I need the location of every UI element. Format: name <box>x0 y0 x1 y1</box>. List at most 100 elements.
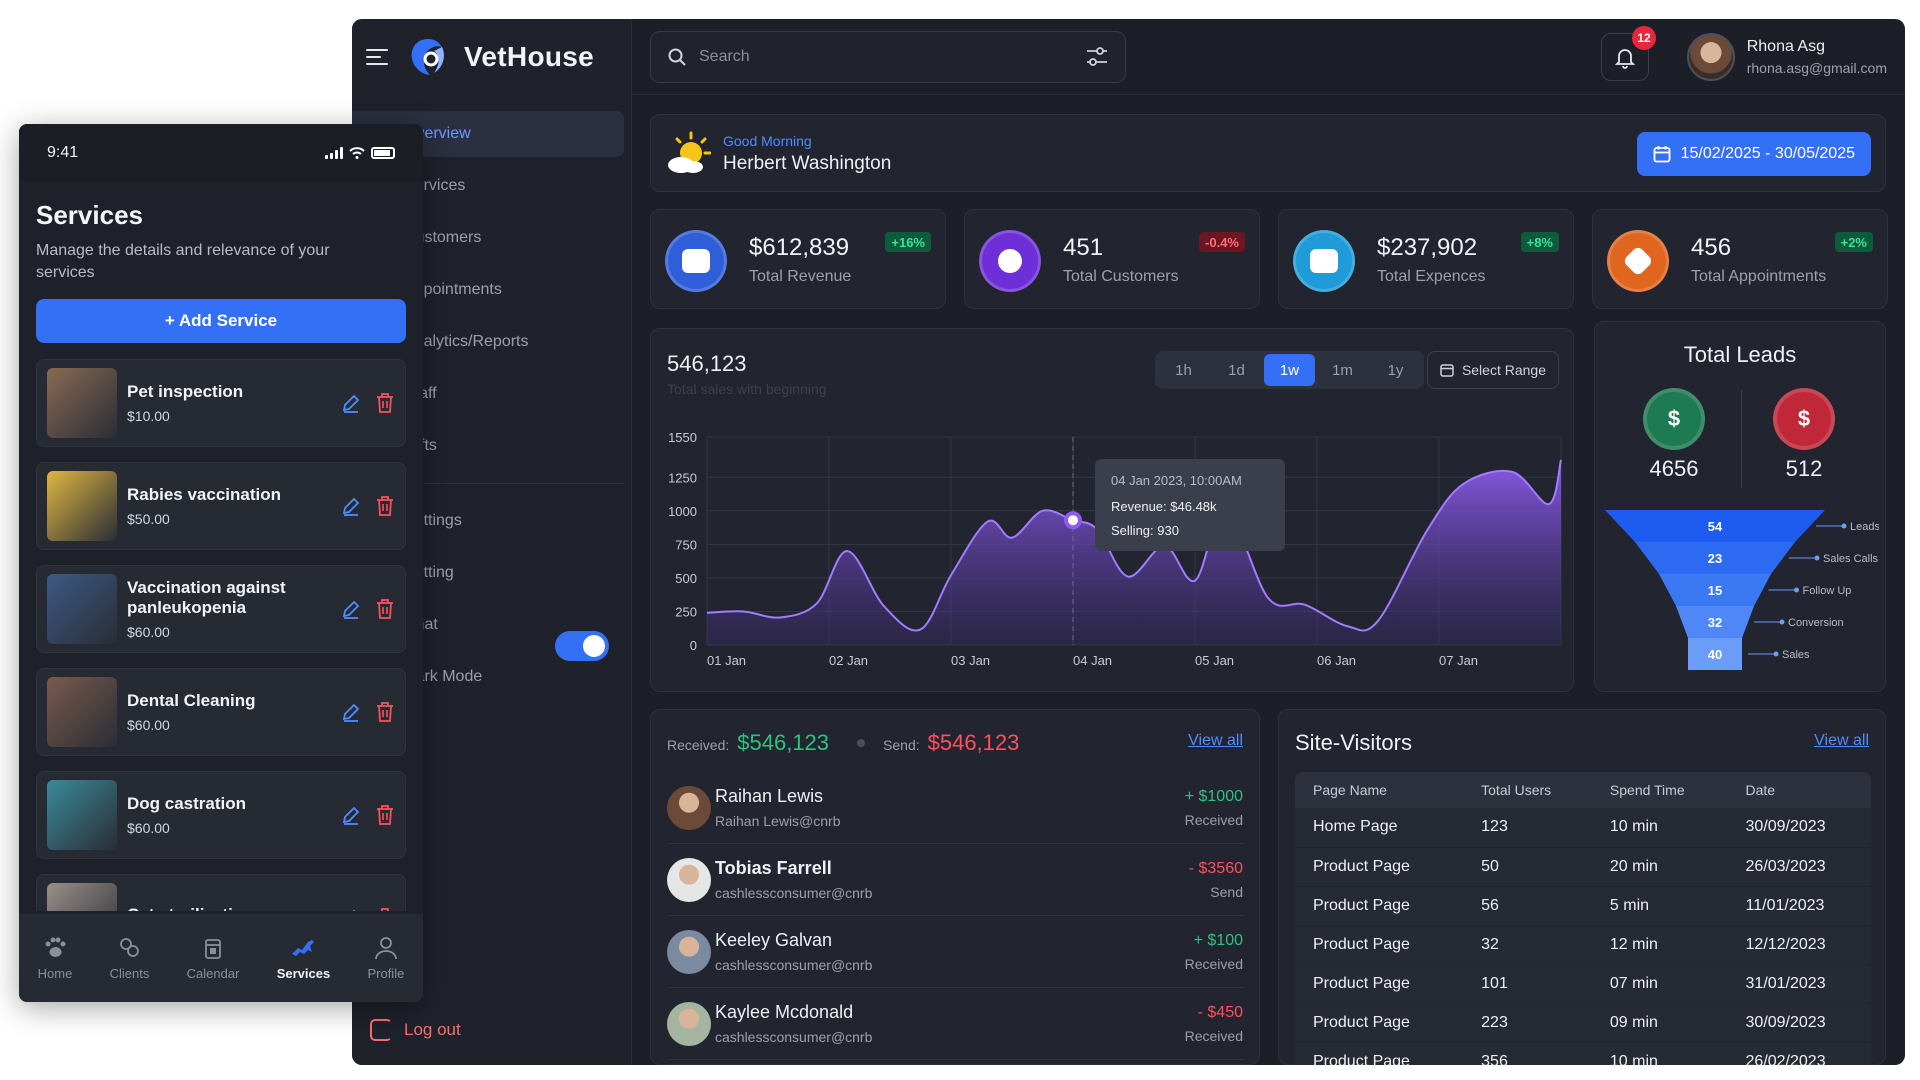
range-tab-1h[interactable]: 1h <box>1158 354 1209 386</box>
site-visitors-card: Site-Visitors View all Page Name Total Us… <box>1278 709 1886 1065</box>
edit-icon[interactable] <box>341 805 361 825</box>
column-header: Spend Time <box>1591 772 1728 808</box>
greeting-name: Herbert Washington <box>723 153 892 174</box>
range-tab-1y[interactable]: 1y <box>1370 354 1421 386</box>
y-tick-label: 1000 <box>668 504 697 519</box>
search-input[interactable] <box>699 48 1073 66</box>
notification-button[interactable]: 12 <box>1601 26 1656 81</box>
edit-icon[interactable] <box>341 908 361 911</box>
stat-badge: +2% <box>1834 232 1873 252</box>
dark-mode-toggle[interactable] <box>555 631 609 661</box>
leads-funnel: 54 Leads 23 Sales Calls 15 Follow Up 32 Convers… <box>1605 510 1879 670</box>
service-info: Pet inspection $10.00 <box>127 382 243 424</box>
table-cell: 12 min <box>1591 925 1728 965</box>
stat-label: Total Customers <box>1063 268 1179 285</box>
sales-value: 546,123 <box>667 351 747 376</box>
table-cell: 56 <box>1463 886 1592 926</box>
trash-icon[interactable] <box>375 907 395 911</box>
trash-icon[interactable] <box>375 701 395 723</box>
service-thumbnail <box>47 883 117 911</box>
table-row[interactable]: Product Page 50 20 min 26/03/2023 <box>1295 847 1871 887</box>
tab-clients[interactable]: Clients <box>109 936 150 981</box>
service-item[interactable]: Pet inspection $10.00 <box>36 359 406 447</box>
table-cell: 20 min <box>1591 847 1728 887</box>
edit-icon[interactable] <box>341 702 361 722</box>
table-row[interactable]: Product Page 101 07 min 31/01/2023 <box>1295 964 1871 1004</box>
visitors-view-all-link[interactable]: View all <box>1814 732 1869 750</box>
table-row[interactable]: Product Page 32 12 min 12/12/2023 <box>1295 925 1871 965</box>
tab-label: Calendar <box>186 965 240 981</box>
leads-separator <box>1741 390 1742 488</box>
revenue-icon <box>665 230 727 292</box>
trash-icon[interactable] <box>375 598 395 620</box>
trash-icon[interactable] <box>375 804 395 826</box>
brand-name: VetHouse <box>464 41 594 72</box>
x-tick-label: 03 Jan <box>951 653 990 668</box>
services-list: Pet inspection $10.00 Rabies vaccination $5… <box>36 359 406 911</box>
service-thumbnail <box>47 471 117 541</box>
hamburger-menu-icon[interactable] <box>366 49 388 65</box>
txn-amount: + $100 <box>1193 931 1243 949</box>
service-item[interactable]: Dental Cleaning $60.00 <box>36 668 406 756</box>
status-time: 9:41 <box>47 143 79 161</box>
stat-value: $237,902 <box>1377 234 1478 261</box>
range-tab-1w[interactable]: 1w <box>1264 354 1315 386</box>
service-item[interactable]: Dog castration $60.00 <box>36 771 406 859</box>
y-tick-label: 1550 <box>668 430 697 445</box>
date-range-label: 15/02/2025 - 30/05/2025 <box>1680 145 1855 162</box>
service-item[interactable]: Cat sterilization <box>36 874 406 911</box>
edit-icon[interactable] <box>341 496 361 516</box>
service-actions <box>341 907 395 911</box>
transactions-list: Raihan Lewis Raihan Lewis@cnrb + $1000 Rece… <box>667 772 1243 1060</box>
range-tab-1d[interactable]: 1d <box>1211 354 1262 386</box>
table-row[interactable]: Product Page 56 5 min 11/01/2023 <box>1295 886 1871 926</box>
table-cell: Product Page <box>1295 1042 1464 1065</box>
range-tab-1m[interactable]: 1m <box>1317 354 1368 386</box>
leads-title: Total Leads <box>1683 342 1797 367</box>
calendar-icon <box>1653 146 1671 163</box>
table-row[interactable]: Keeley Galvan cashlessconsumer@cnrb + $100… <box>667 916 1243 988</box>
service-info: Dog castration $60.00 <box>127 794 246 836</box>
trash-icon[interactable] <box>375 495 395 517</box>
table-row[interactable]: Product Page 356 10 min 26/02/2023 <box>1295 1042 1871 1065</box>
transactions-view-all-link[interactable]: View all <box>1188 732 1243 750</box>
leads-dollar-icon: $ <box>1643 388 1705 450</box>
funnel-connector-dot <box>1841 523 1847 529</box>
table-row[interactable]: Tobias Farrell cashlessconsumer@cnrb - $35… <box>667 844 1243 916</box>
tab-label: Clients <box>109 965 150 981</box>
table-row[interactable]: Raihan Lewis Raihan Lewis@cnrb + $1000 Rece… <box>667 772 1243 844</box>
service-item[interactable]: Vaccination against panleukopenia $60.00 <box>36 565 406 653</box>
select-range-button[interactable]: Select Range <box>1426 351 1559 389</box>
date-range-button[interactable]: 15/02/2025 - 30/05/2025 <box>1636 132 1871 176</box>
avatar <box>667 857 711 902</box>
tooltip-point[interactable] <box>1064 511 1082 530</box>
txn-status: Received <box>1184 811 1243 828</box>
add-service-button[interactable]: + Add Service <box>36 299 406 343</box>
service-item[interactable]: Rabies vaccination $50.00 <box>36 462 406 550</box>
avatar <box>667 929 711 974</box>
filter-icon[interactable] <box>1085 46 1109 68</box>
edit-icon[interactable] <box>341 393 361 413</box>
table-row[interactable]: Product Page 223 09 min 30/09/2023 <box>1295 1003 1871 1043</box>
trash-icon[interactable] <box>375 392 395 414</box>
edit-icon[interactable] <box>341 599 361 619</box>
tab-home[interactable]: Home <box>38 936 72 981</box>
paw-icon <box>45 937 66 957</box>
user-menu[interactable]: Rhona Asg rhona.asg@gmail.com <box>1686 33 1887 81</box>
greeting-card: Good Morning Herbert Washington 15/02/20… <box>650 114 1886 192</box>
running-dog-icon <box>292 939 315 956</box>
table-row[interactable]: Home Page 123 10 min 30/09/2023 <box>1295 808 1871 848</box>
tab-services[interactable]: Services <box>277 936 330 981</box>
table-row[interactable]: Kaylee Mcdonald cashlessconsumer@cnrb - $4… <box>667 988 1243 1060</box>
service-thumbnail <box>47 574 117 644</box>
transactions-card: Received: $546,123 Send: $546,123 View a… <box>650 709 1260 1065</box>
table-cell: 26/03/2023 <box>1727 847 1871 887</box>
avatar <box>667 1001 711 1046</box>
table-cell: 12/12/2023 <box>1727 925 1871 965</box>
funnel-value: 54 <box>1708 519 1723 534</box>
tab-calendar[interactable]: Calendar <box>186 936 240 981</box>
logout-button[interactable]: Log out <box>370 1019 461 1041</box>
tab-profile[interactable]: Profile <box>367 936 404 981</box>
total-leads-card: Total Leads $ 4656 $ 512 54 Leads 23 Sales … <box>1594 321 1886 692</box>
service-name: Pet inspection <box>127 382 244 401</box>
